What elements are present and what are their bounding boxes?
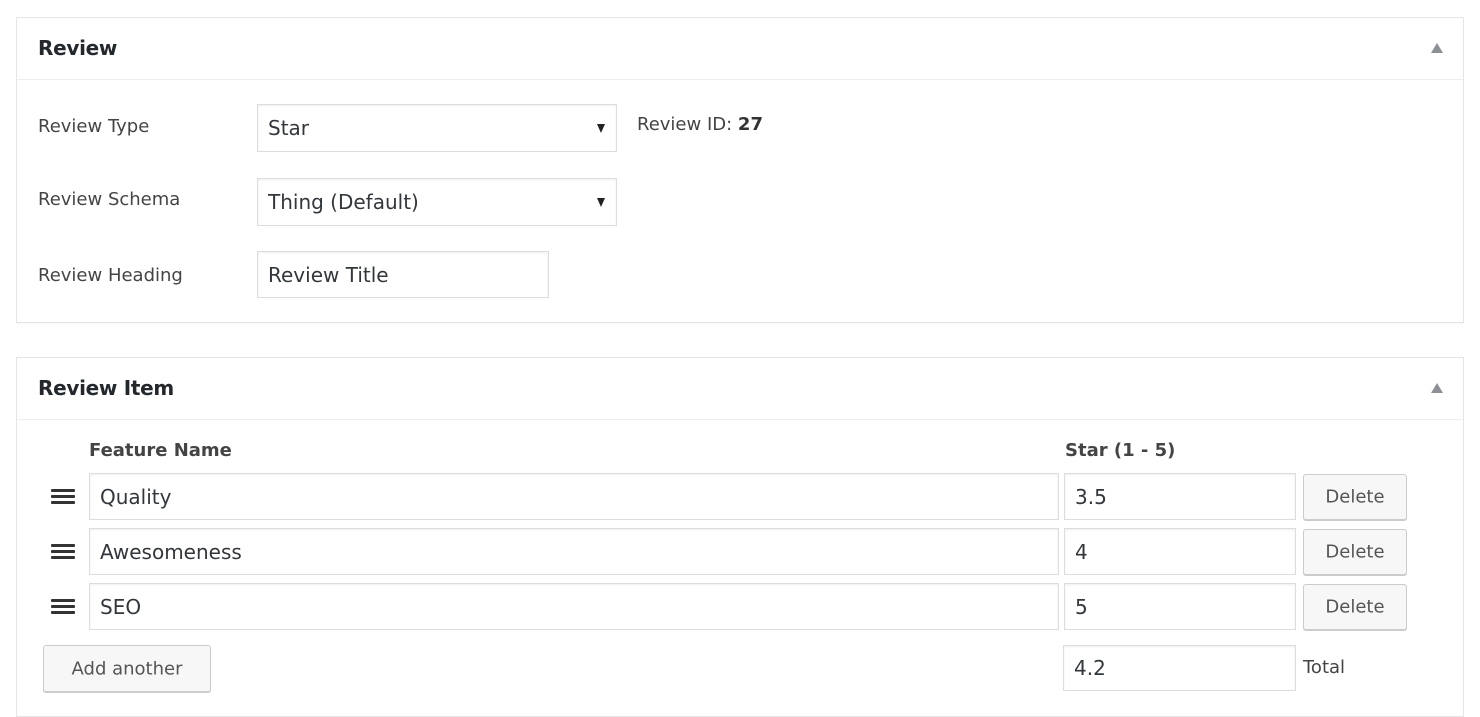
add-another-button[interactable]: Add another	[43, 645, 211, 692]
delete-button[interactable]: Delete	[1303, 529, 1407, 575]
review-item-metabox: Review Item Feature Name Star (1 - 5) Qu…	[16, 357, 1464, 717]
review-schema-select[interactable]: Thing (Default)	[257, 178, 617, 226]
delete-button[interactable]: Delete	[1303, 474, 1407, 520]
star-rating-value: 3.5	[1075, 484, 1107, 509]
review-id: Review ID: 27	[637, 114, 763, 135]
delete-button-label: Delete	[1325, 596, 1385, 618]
feature-name-column-header: Feature Name	[89, 440, 232, 461]
feature-name-value: Quality	[100, 484, 172, 509]
review-heading-input[interactable]: Review Title	[257, 251, 549, 298]
feature-name-input[interactable]: Awesomeness	[89, 528, 1059, 575]
total-score-value: 4.2	[1074, 656, 1106, 680]
drag-handle-icon[interactable]	[51, 599, 75, 615]
review-type-value: Star	[268, 116, 310, 140]
review-id-value: 27	[737, 114, 763, 135]
review-metabox-header[interactable]: Review	[17, 18, 1463, 80]
delete-button[interactable]: Delete	[1303, 584, 1407, 630]
review-item-metabox-title: Review Item	[38, 376, 174, 400]
review-heading-value: Review Title	[268, 262, 389, 287]
add-another-button-label: Add another	[71, 658, 183, 679]
review-metabox-title: Review	[38, 36, 118, 60]
star-rating-input[interactable]: 4	[1064, 528, 1296, 575]
total-score-input[interactable]: 4.2	[1063, 645, 1296, 691]
review-metabox: Review Review Type Star Review ID: 27 Re…	[16, 17, 1464, 323]
star-rating-input[interactable]: 5	[1064, 583, 1296, 630]
review-type-select[interactable]: Star	[257, 104, 617, 152]
feature-name-input[interactable]: Quality	[89, 473, 1059, 520]
delete-button-label: Delete	[1325, 541, 1385, 563]
feature-name-input[interactable]: SEO	[89, 583, 1059, 630]
collapse-arrow-up-icon[interactable]	[1431, 43, 1443, 53]
review-heading-label: Review Heading	[38, 265, 183, 286]
star-column-header: Star (1 - 5)	[1065, 440, 1176, 461]
star-rating-value: 5	[1075, 594, 1088, 619]
star-rating-value: 4	[1075, 539, 1088, 564]
drag-handle-icon[interactable]	[51, 544, 75, 560]
review-schema-label: Review Schema	[38, 189, 181, 210]
feature-name-value: Awesomeness	[100, 539, 242, 564]
dropdown-arrow-icon	[597, 198, 605, 207]
review-type-label: Review Type	[38, 116, 150, 137]
star-rating-input[interactable]: 3.5	[1064, 473, 1296, 520]
dropdown-arrow-icon	[597, 124, 605, 133]
collapse-arrow-up-icon[interactable]	[1431, 383, 1443, 393]
review-schema-value: Thing (Default)	[268, 190, 419, 214]
total-label: Total	[1303, 657, 1346, 678]
review-id-label: Review ID:	[637, 114, 733, 135]
review-item-metabox-header[interactable]: Review Item	[17, 358, 1463, 420]
delete-button-label: Delete	[1325, 486, 1385, 508]
drag-handle-icon[interactable]	[51, 489, 75, 505]
feature-name-value: SEO	[100, 594, 142, 619]
